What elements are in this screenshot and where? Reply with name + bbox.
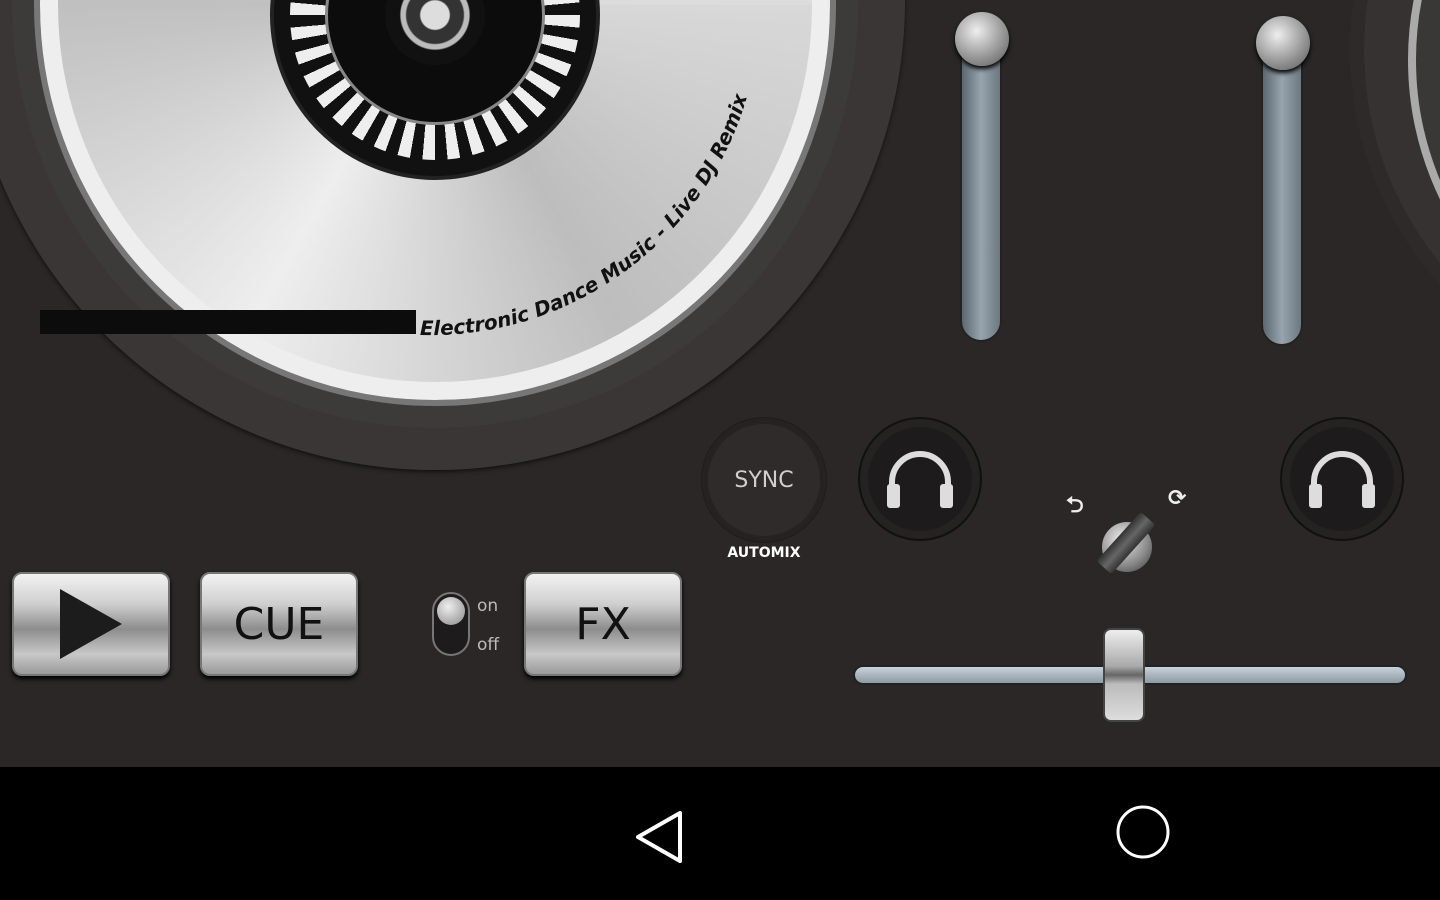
play-button[interactable] (12, 572, 170, 676)
sync-button[interactable]: SYNC (702, 418, 826, 542)
right-headphone-cue-button[interactable] (1280, 417, 1404, 541)
loop-right-icon[interactable]: ⟳ (1168, 486, 1186, 511)
android-nav-bar (0, 767, 1440, 900)
dj-app: Electronic Dance Music - Live DJ Remix S… (0, 0, 1440, 767)
right-volume-knob[interactable] (1256, 16, 1310, 70)
headphones-icon (1309, 451, 1375, 508)
fx-toggle-thumb (437, 597, 465, 625)
svg-text:Electronic Dance Music - Live: Electronic Dance Music - Live DJ Remix (420, 90, 752, 340)
record-label-text: Electronic Dance Music - Live DJ Remix (420, 90, 752, 340)
cue-label: CUE (233, 598, 325, 650)
back-triangle-icon[interactable] (630, 807, 690, 867)
fx-toggle[interactable] (432, 592, 470, 656)
headphones-icon (887, 451, 953, 508)
left-volume-slider[interactable] (960, 20, 1002, 342)
sync-label: SYNC (734, 467, 794, 493)
cue-button[interactable]: CUE (200, 572, 358, 676)
home-circle-icon[interactable] (1113, 803, 1173, 863)
fx-label: FX (575, 598, 631, 650)
automix-label[interactable]: AUTOMIX (704, 545, 824, 561)
crossfader-handle[interactable] (1103, 628, 1145, 722)
play-icon (60, 589, 122, 659)
toggle-off-label: off (477, 635, 500, 655)
fx-button[interactable]: FX (524, 572, 682, 676)
left-headphone-cue-button[interactable] (858, 417, 982, 541)
toggle-on-label: on (477, 596, 499, 616)
loop-left-icon[interactable]: ⮌ (1066, 488, 1084, 526)
left-volume-knob[interactable] (955, 12, 1009, 66)
